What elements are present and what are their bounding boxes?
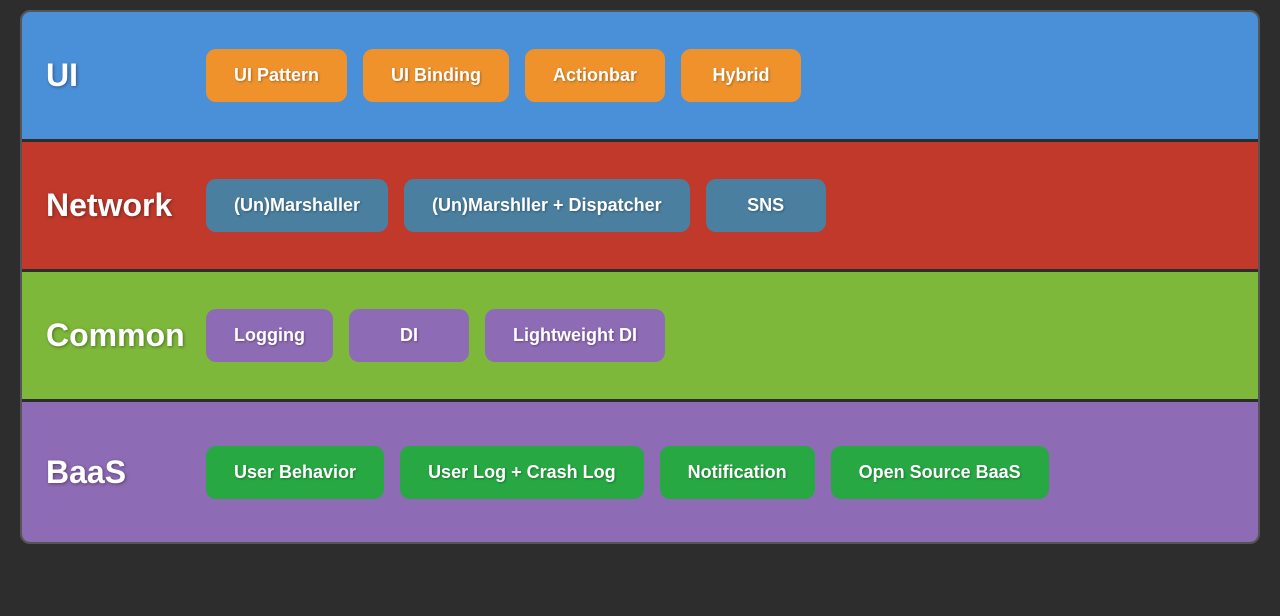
layer-label-baas: BaaS (46, 454, 206, 491)
item-btn-ui-binding[interactable]: UI Binding (363, 49, 509, 102)
layer-label-ui: UI (46, 57, 206, 94)
item-btn-unmarshaller[interactable]: (Un)Marshaller (206, 179, 388, 232)
item-btn-unmarshller-dispatcher[interactable]: (Un)Marshller + Dispatcher (404, 179, 690, 232)
item-btn-notification[interactable]: Notification (660, 446, 815, 499)
layer-label-common: Common (46, 317, 206, 354)
layer-baas: BaaSUser Behavior User Log + Crash Log Not… (22, 402, 1258, 542)
item-btn-user-behavior[interactable]: User Behavior (206, 446, 384, 499)
item-btn-hybrid[interactable]: Hybrid (681, 49, 801, 102)
layer-label-network: Network (46, 187, 206, 224)
item-btn-actionbar[interactable]: Actionbar (525, 49, 665, 102)
item-btn-user-crash-log[interactable]: User Log + Crash Log (400, 446, 644, 499)
layer-items-network: (Un)Marshaller (Un)Marshller + Dispatcher… (206, 179, 826, 232)
layer-network: Network(Un)Marshaller (Un)Marshller + Dis… (22, 142, 1258, 272)
layer-items-common: Logging DI Lightweight DI (206, 309, 665, 362)
layer-ui: UIUI Pattern UI Binding Actionbar Hybrid (22, 12, 1258, 142)
item-btn-sns[interactable]: SNS (706, 179, 826, 232)
layer-items-ui: UI Pattern UI Binding Actionbar Hybrid (206, 49, 801, 102)
item-btn-logging[interactable]: Logging (206, 309, 333, 362)
item-btn-open-source-baas[interactable]: Open Source BaaS (831, 446, 1049, 499)
architecture-diagram: UIUI Pattern UI Binding Actionbar Hybrid Net… (20, 10, 1260, 544)
item-btn-ui-pattern[interactable]: UI Pattern (206, 49, 347, 102)
item-btn-lightweight-di[interactable]: Lightweight DI (485, 309, 665, 362)
layer-items-baas: User Behavior User Log + Crash Log Notific… (206, 446, 1049, 499)
item-btn-di[interactable]: DI (349, 309, 469, 362)
layer-common: CommonLogging DI Lightweight DI (22, 272, 1258, 402)
